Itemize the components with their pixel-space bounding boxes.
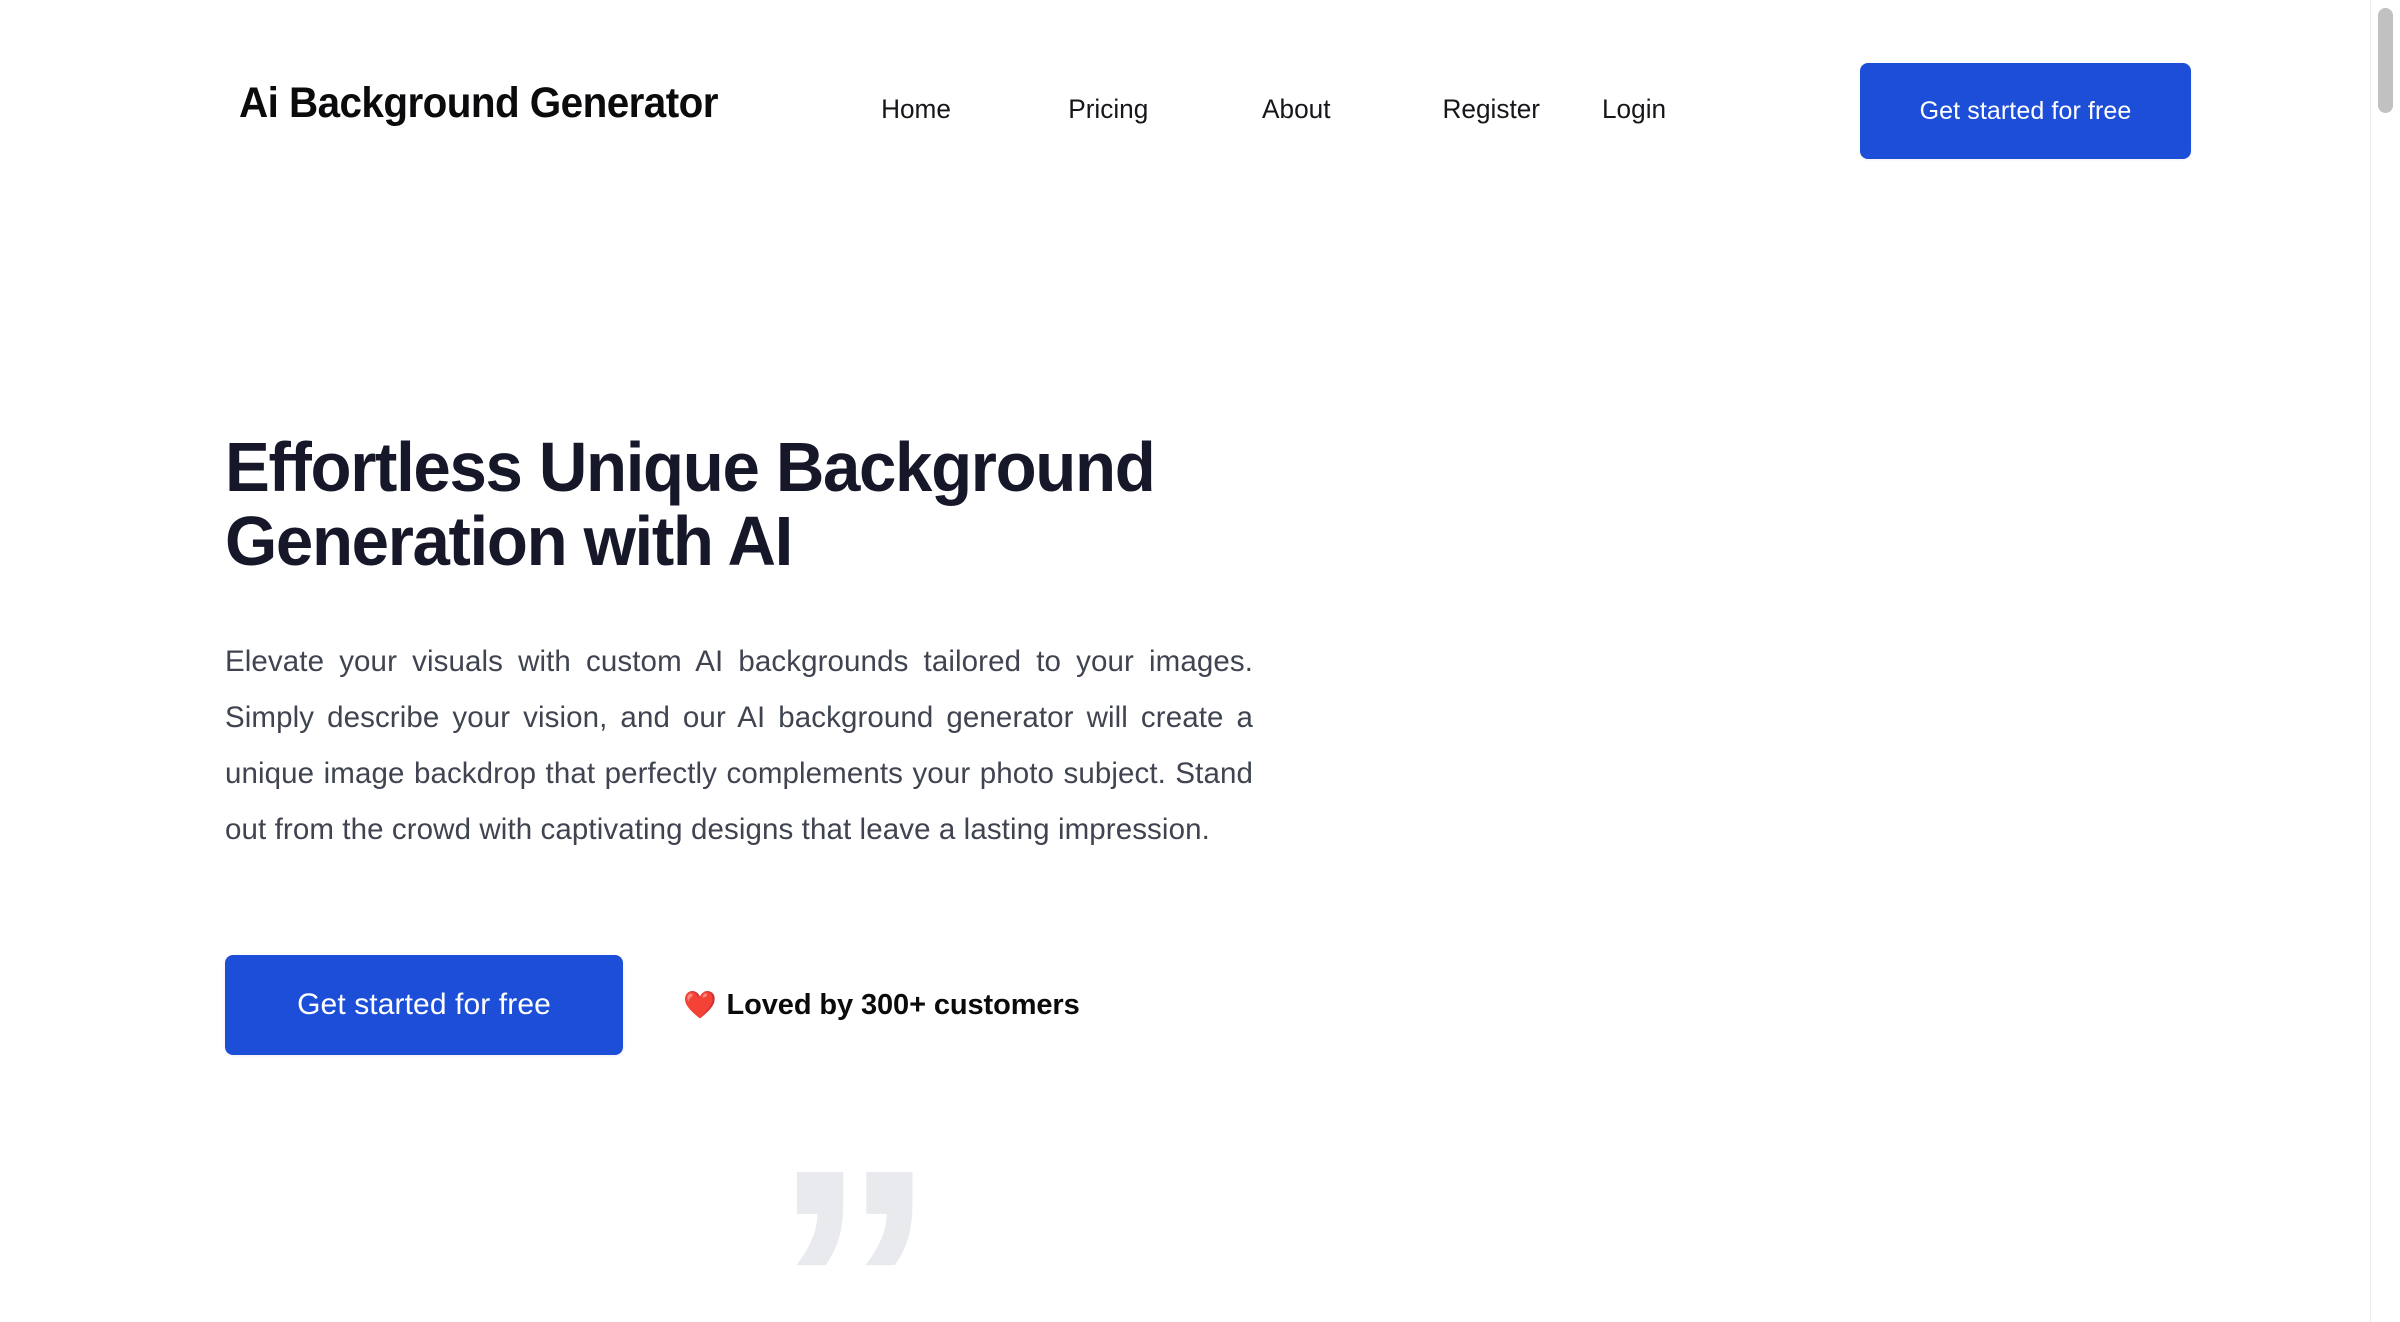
page-viewport: Ai Background Generator Home Pricing Abo…	[0, 0, 2370, 1322]
nav-item-login[interactable]: Login	[1602, 93, 1666, 125]
hero-heading: Effortless Unique Background Generation …	[225, 428, 1156, 580]
nav-item-pricing[interactable]: Pricing	[1068, 93, 1148, 125]
hero-get-started-button[interactable]: Get started for free	[225, 955, 623, 1055]
nav-slot-home: Home	[880, 93, 1067, 125]
hero-description: Elevate your visuals with custom AI back…	[225, 645, 1253, 846]
nav-slot-register: Register	[1441, 93, 1601, 125]
nav-slot-login: Login	[1601, 93, 1791, 125]
scrollbar-thumb[interactable]	[2378, 8, 2393, 113]
social-proof-label: Loved by 300+ customers	[726, 988, 1080, 1021]
header-get-started-button[interactable]: Get started for free	[1860, 63, 2191, 159]
site-header: Ai Background Generator Home Pricing Abo…	[0, 0, 2370, 222]
social-proof: ❤️ Loved by 300+ customers	[683, 989, 1080, 1022]
nav-item-register[interactable]: Register	[1443, 93, 1541, 125]
nav-item-home[interactable]: Home	[881, 93, 951, 125]
red-heart-icon: ❤️	[683, 989, 717, 1020]
hero-actions: Get started for free ❤️ Loved by 300+ cu…	[225, 955, 1080, 1055]
nav-item-about[interactable]: About	[1262, 93, 1330, 125]
hero-section: Effortless Unique Background Generation …	[0, 222, 2370, 1322]
brand-logo[interactable]: Ai Background Generator	[239, 82, 718, 125]
nav-slot-pricing: Pricing	[1067, 93, 1261, 125]
hero-image-placeholder	[1300, 342, 2320, 1202]
main-navigation: Home Pricing About Register Login	[880, 93, 1791, 125]
nav-slot-about: About	[1261, 93, 1441, 125]
vertical-scrollbar[interactable]	[2370, 0, 2400, 1322]
